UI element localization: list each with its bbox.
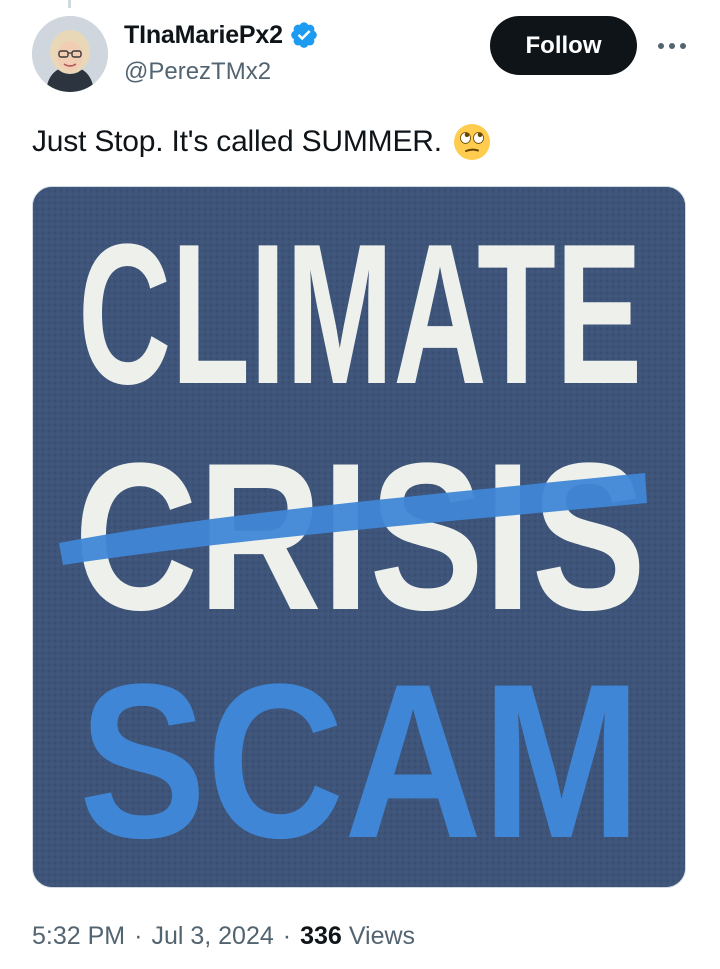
- verified-badge-icon: [290, 22, 317, 48]
- separator-dot: ·: [282, 922, 292, 950]
- author-name-row[interactable]: TInaMariePx2: [124, 20, 319, 50]
- thread-connector-line: [68, 0, 71, 8]
- tweet-metadata: 5:32 PM · Jul 3, 2024 · 336 Views: [32, 922, 415, 951]
- face-with-rolling-eyes-icon: [453, 124, 490, 160]
- views-count[interactable]: 336: [300, 922, 342, 951]
- more-options-button[interactable]: [652, 32, 692, 60]
- views-label[interactable]: Views: [349, 922, 415, 951]
- tweet-text: Just Stop. It's called SUMMER.: [32, 125, 442, 158]
- media-line-climate: CLIMATE: [78, 203, 642, 426]
- separator-dot: ·: [134, 922, 143, 950]
- avatar[interactable]: [32, 16, 108, 92]
- shirt-graphic: CLIMATE CRISIS SCAM: [33, 187, 685, 887]
- author-handle[interactable]: @PerezTMx2: [124, 58, 271, 86]
- tweet-time[interactable]: 5:32 PM: [32, 922, 125, 951]
- author-display-name[interactable]: TInaMariePx2: [124, 21, 283, 50]
- tweet-media-image[interactable]: CLIMATE CRISIS SCAM: [32, 186, 686, 888]
- more-horizontal-icon: [658, 43, 664, 49]
- media-line-scam: SCAM: [79, 638, 641, 884]
- tweet-date[interactable]: Jul 3, 2024: [151, 922, 273, 951]
- follow-button[interactable]: Follow: [490, 16, 637, 75]
- avatar-image: [32, 16, 108, 92]
- tweet-text-row: Just Stop. It's called SUMMER.: [32, 122, 492, 162]
